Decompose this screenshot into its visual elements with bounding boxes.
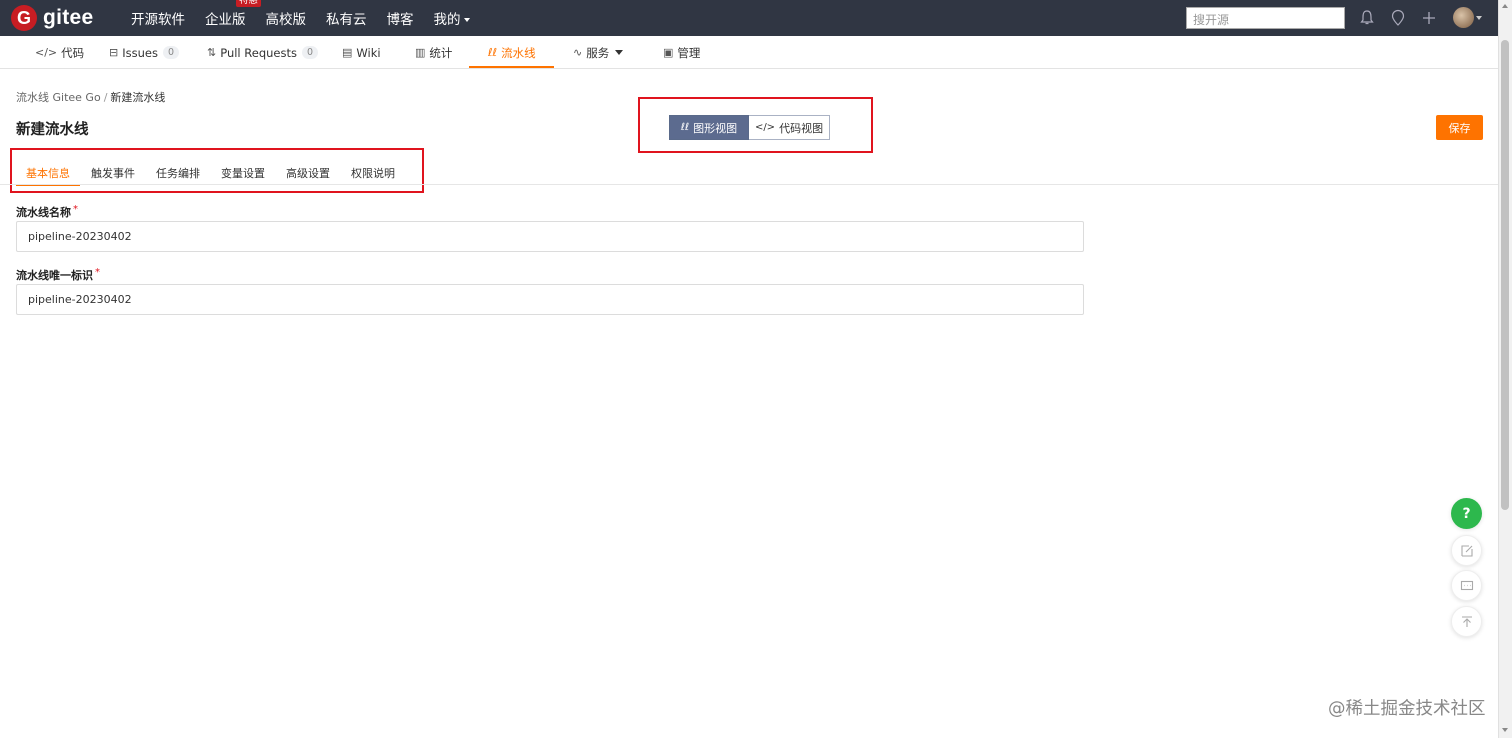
- back-to-top-button[interactable]: [1451, 606, 1482, 637]
- nav-mine[interactable]: 我的: [434, 8, 470, 28]
- code-icon: </>: [35, 46, 58, 59]
- scroll-up-arrow-icon[interactable]: [1502, 4, 1508, 8]
- tab-pull-requests[interactable]: ⇅ Pull Requests 0: [207, 36, 319, 69]
- divider: [0, 184, 1498, 185]
- nav-education[interactable]: 高校版: [266, 8, 307, 28]
- edit-icon: [1460, 544, 1473, 557]
- tab-service[interactable]: ∿ 服务: [573, 36, 624, 69]
- avatar[interactable]: [1453, 7, 1474, 28]
- nav-enterprise-label: 企业版: [205, 12, 246, 28]
- breadcrumb-current: 新建流水线: [110, 91, 166, 104]
- manage-icon: ▣: [663, 46, 674, 59]
- top-nav: 开源软件 企业版 特惠 高校版 私有云 博客 我的: [131, 0, 490, 36]
- search-input[interactable]: 搜开源: [1186, 7, 1345, 29]
- comment-button[interactable]: [1451, 570, 1482, 601]
- breadcrumb: 流水线 Gitee Go / 新建流水线: [16, 89, 165, 105]
- plus-icon[interactable]: [1420, 9, 1438, 27]
- pull-request-icon: ⇅: [207, 46, 217, 59]
- nav-blog[interactable]: 博客: [387, 8, 414, 28]
- annotation-box-sub-tabs: [10, 148, 424, 193]
- tab-code[interactable]: </> 代码: [35, 36, 84, 69]
- required-mark: *: [73, 204, 78, 215]
- pr-count-badge: 0: [302, 46, 319, 59]
- tab-manage[interactable]: ▣ 管理: [663, 36, 700, 69]
- page-title: 新建流水线: [16, 122, 89, 138]
- tab-pipeline-label: 流水线: [501, 45, 536, 60]
- scroll-down-arrow-icon[interactable]: [1502, 728, 1508, 732]
- wiki-icon: ▤: [342, 46, 353, 59]
- message-icon: [1460, 580, 1473, 590]
- issues-count-badge: 0: [162, 46, 179, 59]
- tab-issues-label: Issues: [122, 45, 158, 60]
- pipeline-name-input[interactable]: pipeline-20230402: [16, 221, 1084, 252]
- pipeline-name-label-text: 流水线名称: [16, 206, 71, 219]
- top-navbar: G gitee 开源软件 企业版 特惠 高校版 私有云 博客 我的 搜开源: [0, 0, 1498, 36]
- help-button[interactable]: ?: [1451, 498, 1482, 529]
- tab-code-label: 代码: [61, 45, 85, 60]
- breadcrumb-separator: /: [103, 91, 108, 104]
- watermark: @稀土掘金技术社区: [1328, 699, 1486, 719]
- required-mark: *: [95, 267, 100, 278]
- nav-private-cloud[interactable]: 私有云: [326, 8, 367, 28]
- tab-pipeline[interactable]: ℓℓ 流水线: [488, 36, 536, 69]
- gitee-logo[interactable]: G gitee: [11, 5, 94, 31]
- chevron-down-icon: [463, 18, 470, 22]
- feedback-edit-button[interactable]: [1451, 535, 1482, 566]
- service-icon: ∿: [573, 46, 583, 59]
- active-tab-indicator: [469, 66, 554, 68]
- tab-stats-label: 统计: [429, 45, 453, 60]
- pipeline-id-input[interactable]: pipeline-20230402: [16, 284, 1084, 315]
- nav-mine-label: 我的: [433, 12, 461, 28]
- save-button[interactable]: 保存: [1436, 115, 1483, 140]
- caret-down-icon: [615, 50, 624, 55]
- arrow-up-icon: [1461, 615, 1472, 627]
- breadcrumb-parent[interactable]: 流水线 Gitee Go: [16, 91, 101, 104]
- gitee-logo-text: gitee: [43, 6, 94, 29]
- tab-manage-label: 管理: [677, 45, 701, 60]
- stats-icon: ▥: [415, 46, 426, 59]
- repo-tabs: </> 代码 ⊟ Issues 0 ⇅ Pull Requests 0 ▤ Wiki ▥ 统计…: [0, 36, 1498, 69]
- gitee-logo-icon: G: [11, 5, 37, 31]
- location-pin-icon[interactable]: [1389, 9, 1407, 27]
- avatar-chevron-down-icon[interactable]: [1476, 16, 1482, 20]
- nav-enterprise[interactable]: 企业版 特惠: [205, 0, 262, 28]
- bell-icon[interactable]: [1358, 9, 1376, 27]
- pipeline-id-label-text: 流水线唯一标识: [16, 269, 93, 282]
- tab-service-label: 服务: [586, 45, 610, 60]
- promo-badge: 特惠: [236, 0, 262, 7]
- pipeline-name-label: 流水线名称 *: [16, 204, 78, 220]
- pipeline-id-label: 流水线唯一标识 *: [16, 267, 100, 283]
- tab-wiki-label: Wiki: [356, 45, 381, 60]
- tab-stats[interactable]: ▥ 统计: [415, 36, 452, 69]
- annotation-box-view-toggle: [638, 97, 873, 153]
- scrollbar-thumb[interactable]: [1501, 40, 1509, 510]
- tab-pull-requests-label: Pull Requests: [220, 45, 297, 60]
- tab-issues[interactable]: ⊟ Issues 0: [109, 36, 179, 69]
- pipeline-icon: ℓℓ: [488, 46, 498, 59]
- issues-icon: ⊟: [109, 46, 119, 59]
- nav-open-source[interactable]: 开源软件: [131, 8, 185, 28]
- tab-wiki[interactable]: ▤ Wiki: [342, 36, 381, 69]
